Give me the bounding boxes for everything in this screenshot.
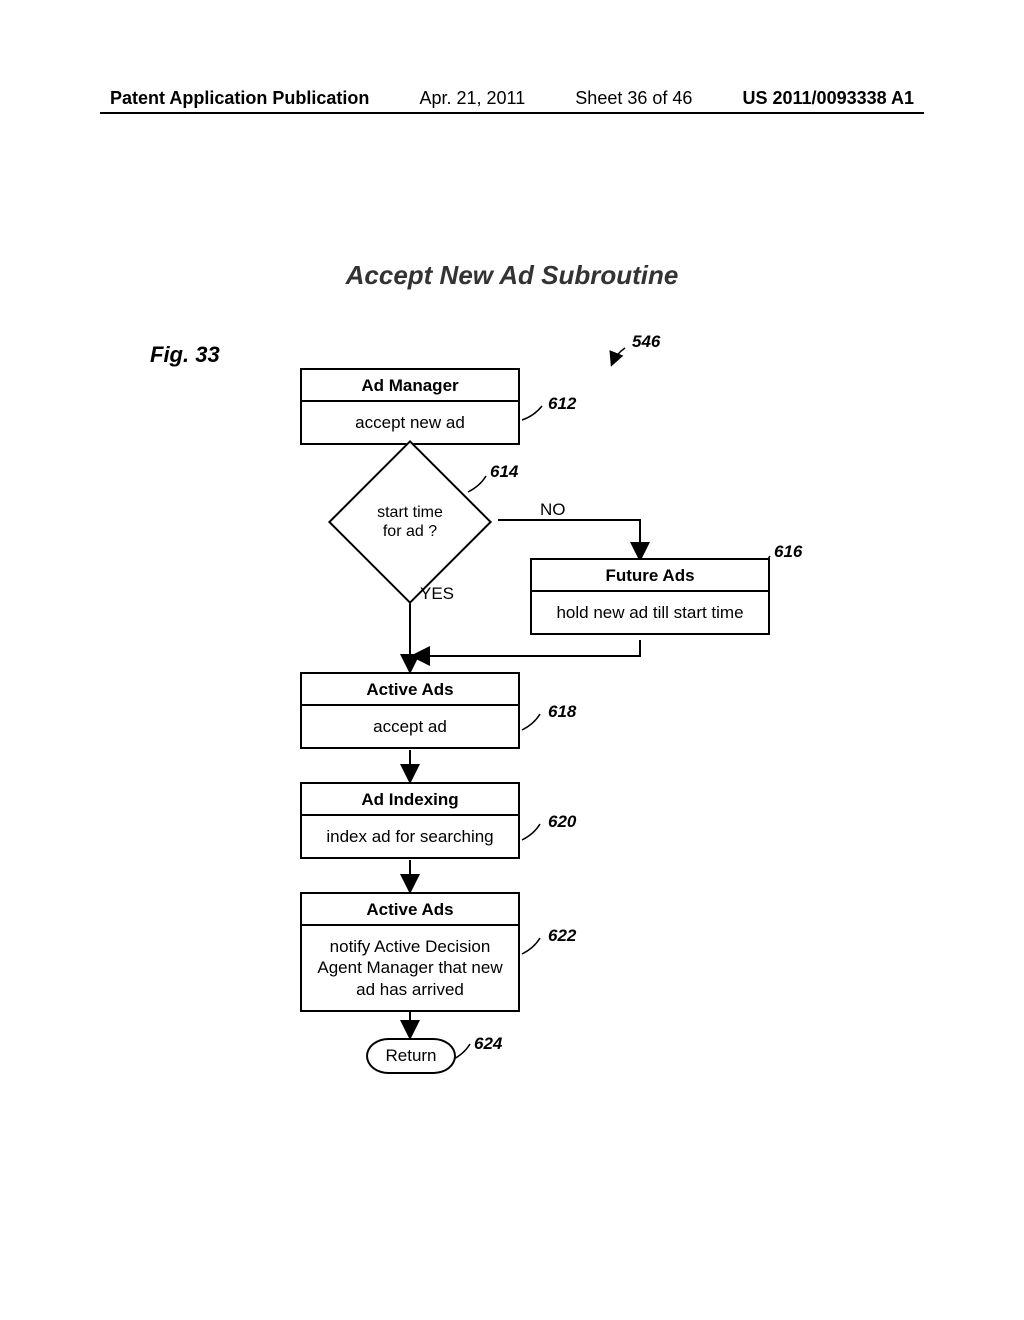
ref-614: 614 xyxy=(490,462,518,482)
box-body: accept ad xyxy=(302,706,518,747)
header-sheet: Sheet 36 of 46 xyxy=(575,88,692,109)
ref-616: 616 xyxy=(774,542,802,562)
box-body: index ad for searching xyxy=(302,816,518,857)
ref-612: 612 xyxy=(548,394,576,414)
ref-618: 618 xyxy=(548,702,576,722)
edge-yes: YES xyxy=(420,584,454,604)
terminator-return: Return xyxy=(366,1038,456,1074)
diagram-title: Accept New Ad Subroutine xyxy=(0,260,1024,291)
process-active-ads-accept: Active Ads accept ad xyxy=(300,672,520,749)
ref-624: 624 xyxy=(474,1034,502,1054)
flowchart: Ad Manager accept new ad start time for … xyxy=(0,340,1024,1160)
box-title: Ad Indexing xyxy=(302,784,518,816)
header-docnum: US 2011/0093338 A1 xyxy=(743,88,914,109)
box-title: Active Ads xyxy=(302,894,518,926)
decision-start-time: start time for ad ? xyxy=(352,464,468,580)
box-body: accept new ad xyxy=(302,402,518,443)
decision-text: start time for ad ? xyxy=(352,464,468,580)
terminator-text: Return xyxy=(385,1046,436,1066)
edge-no: NO xyxy=(540,500,566,520)
header-date: Apr. 21, 2011 xyxy=(419,88,525,109)
ref-546: 546 xyxy=(632,332,660,352)
box-title: Active Ads xyxy=(302,674,518,706)
process-ad-indexing: Ad Indexing index ad for searching xyxy=(300,782,520,859)
header-rule xyxy=(100,112,924,114)
process-future-ads: Future Ads hold new ad till start time xyxy=(530,558,770,635)
box-body: hold new ad till start time xyxy=(532,592,768,633)
ref-622: 622 xyxy=(548,926,576,946)
process-active-ads-notify: Active Ads notify Active Decision Agent … xyxy=(300,892,520,1012)
box-title: Ad Manager xyxy=(302,370,518,402)
process-ad-manager: Ad Manager accept new ad xyxy=(300,368,520,445)
page-header: Patent Application Publication Apr. 21, … xyxy=(110,88,914,109)
box-title: Future Ads xyxy=(532,560,768,592)
header-publication: Patent Application Publication xyxy=(110,88,369,109)
box-body: notify Active Decision Agent Manager tha… xyxy=(302,926,518,1010)
ref-620: 620 xyxy=(548,812,576,832)
